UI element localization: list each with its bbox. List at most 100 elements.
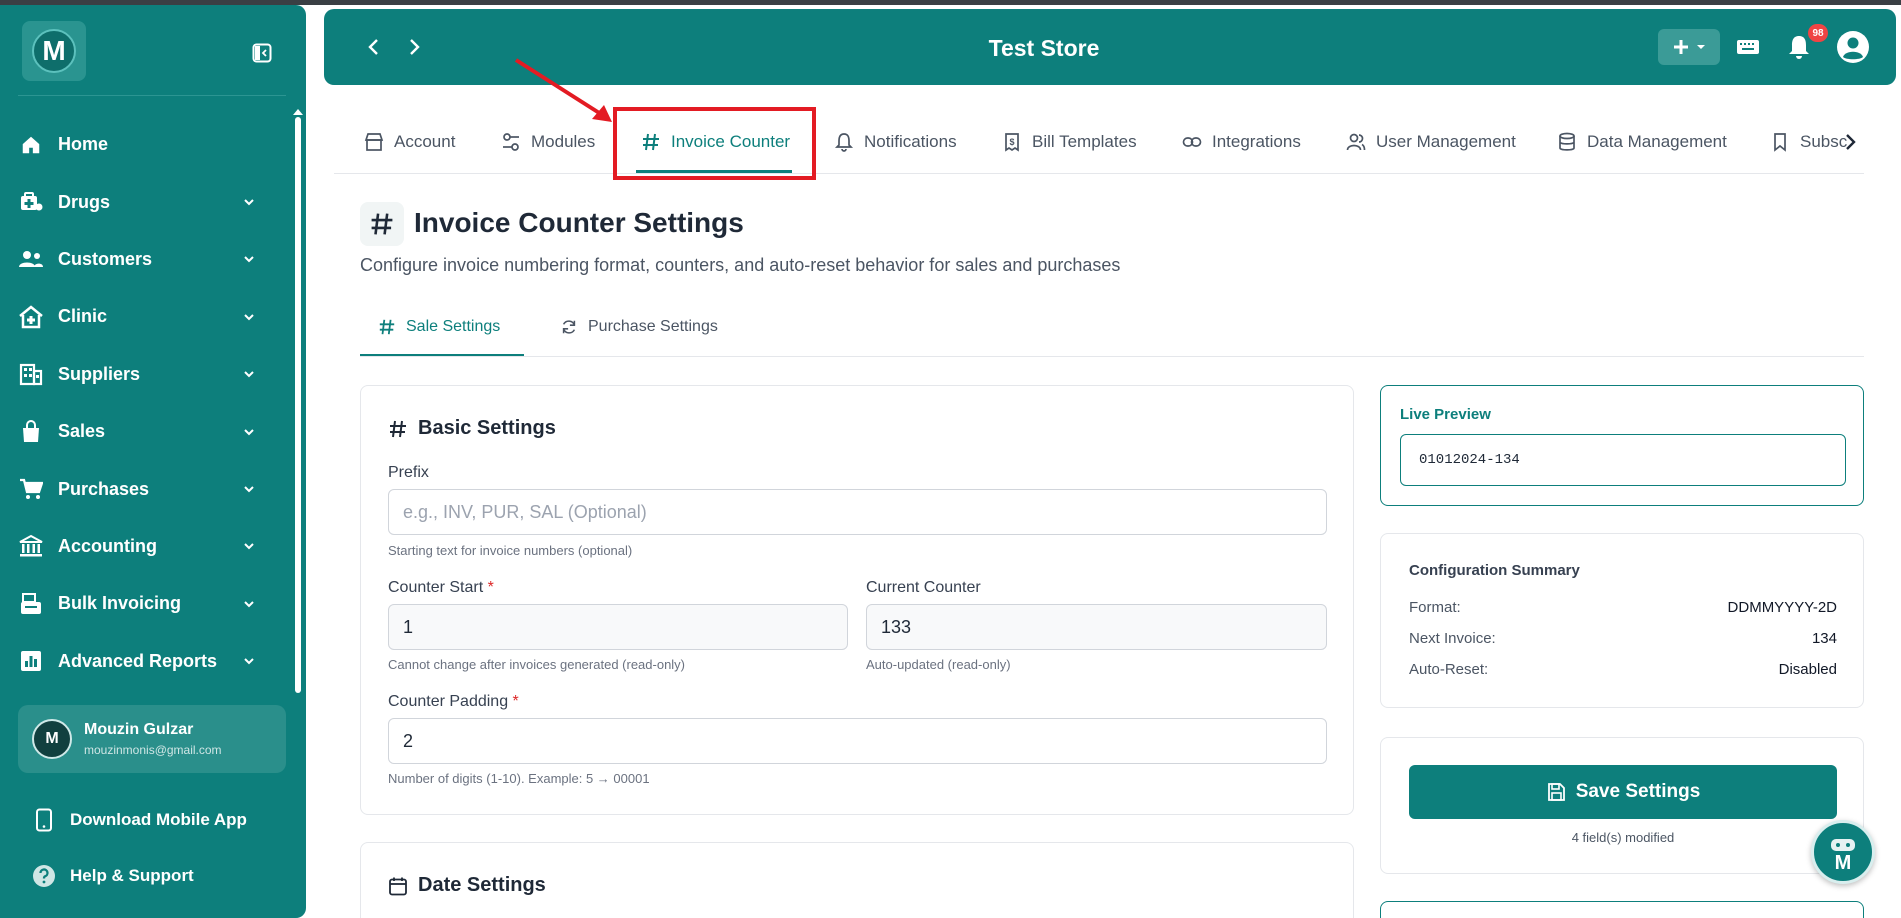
save-settings-button[interactable]: Save Settings bbox=[1409, 765, 1837, 819]
save-card: Save Settings 4 field(s) modified bbox=[1380, 737, 1864, 874]
link-label: Download Mobile App bbox=[70, 810, 247, 829]
sidebar-item-clinic[interactable]: Clinic bbox=[0, 288, 294, 345]
chevron-down-icon bbox=[244, 428, 254, 436]
page-hash-icon bbox=[360, 202, 404, 246]
sidebar-item-label: Bulk Invoicing bbox=[58, 593, 182, 614]
page-title: Invoice Counter Settings bbox=[414, 207, 744, 238]
chevron-down-icon bbox=[244, 371, 254, 378]
home-icon bbox=[18, 132, 44, 158]
keyboard-icon[interactable] bbox=[1736, 37, 1760, 57]
sidebar-scrollbar[interactable] bbox=[295, 117, 301, 693]
summary-row-next-invoice: Next Invoice: 134 bbox=[1409, 630, 1837, 647]
sidebar-item-customers[interactable]: Customers bbox=[0, 231, 294, 288]
required-mark: * bbox=[512, 693, 519, 710]
floppy-disk-icon bbox=[1547, 783, 1565, 801]
prefix-input[interactable] bbox=[388, 489, 1327, 535]
sidebar-item-label: Customers bbox=[58, 248, 153, 269]
bookmark-icon bbox=[1770, 132, 1790, 152]
tab-bill-templates[interactable]: $ Bill Templates bbox=[1002, 124, 1137, 160]
phone-icon bbox=[32, 808, 56, 832]
counter-padding-input[interactable] bbox=[388, 718, 1327, 764]
tabs-scroll-right-icon[interactable] bbox=[1840, 132, 1860, 152]
bank-icon bbox=[18, 533, 44, 559]
summary-title: Configuration Summary bbox=[1409, 562, 1580, 579]
sidebar-item-label: Accounting bbox=[58, 535, 157, 556]
save-button-label: Save Settings bbox=[1575, 781, 1701, 802]
tab-account[interactable]: Account bbox=[364, 124, 455, 160]
cart-icon bbox=[18, 476, 44, 502]
current-counter-input[interactable] bbox=[866, 604, 1327, 650]
tab-purchase-settings[interactable]: Purchase Settings bbox=[560, 318, 718, 336]
date-settings-title: Date Settings bbox=[388, 874, 546, 897]
notification-count-badge: 98 bbox=[1808, 24, 1828, 42]
sidebar-item-accounting[interactable]: Accounting bbox=[0, 518, 294, 575]
download-mobile-app-link[interactable]: Download Mobile App bbox=[0, 792, 300, 848]
counter-padding-label: Counter Padding * bbox=[388, 693, 519, 711]
tab-user-management[interactable]: User Management bbox=[1346, 124, 1516, 160]
app-logo[interactable]: M bbox=[22, 21, 86, 81]
assistant-bot-button[interactable]: M bbox=[1811, 820, 1875, 884]
summary-row-auto-reset: Auto-Reset: Disabled bbox=[1409, 661, 1837, 678]
sidebar-item-label: Suppliers bbox=[58, 363, 141, 384]
tab-notifications[interactable]: Notifications bbox=[834, 124, 957, 160]
tab-label: Modules bbox=[531, 132, 596, 151]
chevron-down-icon bbox=[244, 314, 254, 321]
counter-start-input[interactable] bbox=[388, 604, 848, 650]
invoice-icon bbox=[18, 591, 44, 617]
sidebar-item-label: Purchases bbox=[58, 478, 150, 499]
active-subtab-indicator bbox=[360, 354, 524, 356]
user-profile-card[interactable]: M Mouzin Gulzar mouzinmonis@gmail.com bbox=[18, 705, 286, 773]
basic-settings-card: Basic Settings Prefix Starting text for … bbox=[360, 385, 1354, 815]
caret-down-icon bbox=[1697, 45, 1705, 49]
sidebar-item-label: Drugs bbox=[58, 191, 111, 212]
bag-icon bbox=[18, 419, 44, 445]
sidebar-item-drugs[interactable]: Drugs bbox=[0, 173, 294, 230]
store-icon bbox=[364, 132, 384, 152]
user-name: Mouzin Gulzar bbox=[84, 721, 194, 738]
tab-integrations[interactable]: Integrations bbox=[1182, 124, 1301, 160]
tab-subscription[interactable]: Subsc bbox=[1770, 124, 1850, 160]
user-profile-icon[interactable] bbox=[1836, 30, 1870, 64]
bell-icon bbox=[834, 132, 854, 152]
sidebar-item-sales[interactable]: Sales bbox=[0, 403, 294, 460]
live-preview-card: Live Preview 01012024-134 bbox=[1380, 385, 1864, 506]
tab-modules[interactable]: Modules bbox=[501, 124, 595, 160]
page-subtitle: Configure invoice numbering format, coun… bbox=[360, 255, 1121, 275]
summary-key: Next Invoice: bbox=[1409, 630, 1496, 647]
sidebar-item-purchases[interactable]: Purchases bbox=[0, 460, 294, 517]
calendar-icon bbox=[389, 877, 407, 895]
refresh-icon bbox=[562, 320, 576, 334]
tab-label: Account bbox=[394, 132, 456, 151]
tab-data-management[interactable]: Data Management bbox=[1557, 124, 1727, 160]
card-title-text: Date Settings bbox=[418, 874, 546, 896]
building-icon bbox=[18, 361, 44, 387]
svg-text:$: $ bbox=[1009, 137, 1014, 147]
quick-add-button[interactable] bbox=[1658, 29, 1720, 65]
sidebar-item-suppliers[interactable]: Suppliers bbox=[0, 346, 294, 403]
prefix-label: Prefix bbox=[388, 464, 429, 481]
tab-label: Data Management bbox=[1587, 132, 1727, 151]
sidebar-item-bulk-invoicing[interactable]: Bulk Invoicing bbox=[0, 575, 294, 632]
tab-sale-settings[interactable]: Sale Settings bbox=[378, 318, 500, 336]
sidebar-item-advanced-reports[interactable]: Advanced Reports bbox=[0, 633, 294, 690]
sidebar-item-home[interactable]: Home bbox=[0, 116, 294, 173]
help-support-link[interactable]: Help & Support bbox=[0, 848, 300, 904]
tab-label: Bill Templates bbox=[1032, 132, 1137, 151]
tab-label: Integrations bbox=[1212, 132, 1301, 151]
live-preview-value: 01012024-134 bbox=[1400, 434, 1846, 486]
hash-icon bbox=[390, 420, 406, 437]
card-title-text: Basic Settings bbox=[418, 417, 556, 439]
counter-start-help: Cannot change after invoices generated (… bbox=[388, 657, 686, 672]
chevron-down-icon bbox=[244, 543, 254, 550]
chevron-down-icon bbox=[244, 199, 254, 206]
sidebar-collapse-icon[interactable] bbox=[252, 43, 272, 63]
summary-value: 134 bbox=[1811, 630, 1837, 647]
summary-key: Auto-Reset: bbox=[1409, 661, 1489, 678]
scroll-up-icon[interactable] bbox=[293, 109, 303, 115]
annotation-highlight-box bbox=[613, 107, 816, 180]
sidebar-item-label: Sales bbox=[58, 421, 106, 442]
sidebar-item-label: Home bbox=[58, 134, 109, 155]
sale-purchase-tabs: Sale Settings Purchase Settings bbox=[360, 308, 1864, 357]
chevron-down-icon bbox=[244, 256, 254, 263]
database-icon bbox=[1557, 132, 1577, 152]
